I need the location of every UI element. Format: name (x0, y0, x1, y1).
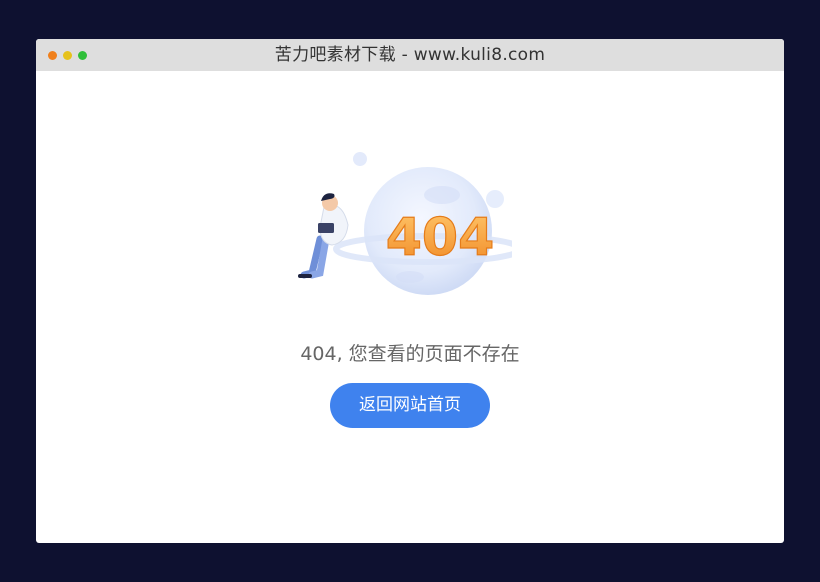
bubble-shape (486, 190, 504, 208)
person-sitting-on-planet-icon: 404 (298, 152, 512, 295)
browser-window: 苦力吧素材下载 - www.kuli8.com 404 404, 您查看的页面不… (36, 39, 784, 543)
illustration-404-text: 404 (386, 208, 495, 268)
person-figure (298, 193, 349, 279)
title-bar: 苦力吧素材下载 - www.kuli8.com (36, 39, 784, 71)
bubble-shape (353, 152, 367, 166)
error-message: 404, 您查看的页面不存在 (300, 343, 520, 365)
page-content: 404 404, 您查看的页面不存在 返回网站首页 (36, 71, 784, 543)
return-home-button[interactable]: 返回网站首页 (330, 383, 490, 428)
window-title: 苦力吧素材下载 - www.kuli8.com (274, 45, 546, 65)
